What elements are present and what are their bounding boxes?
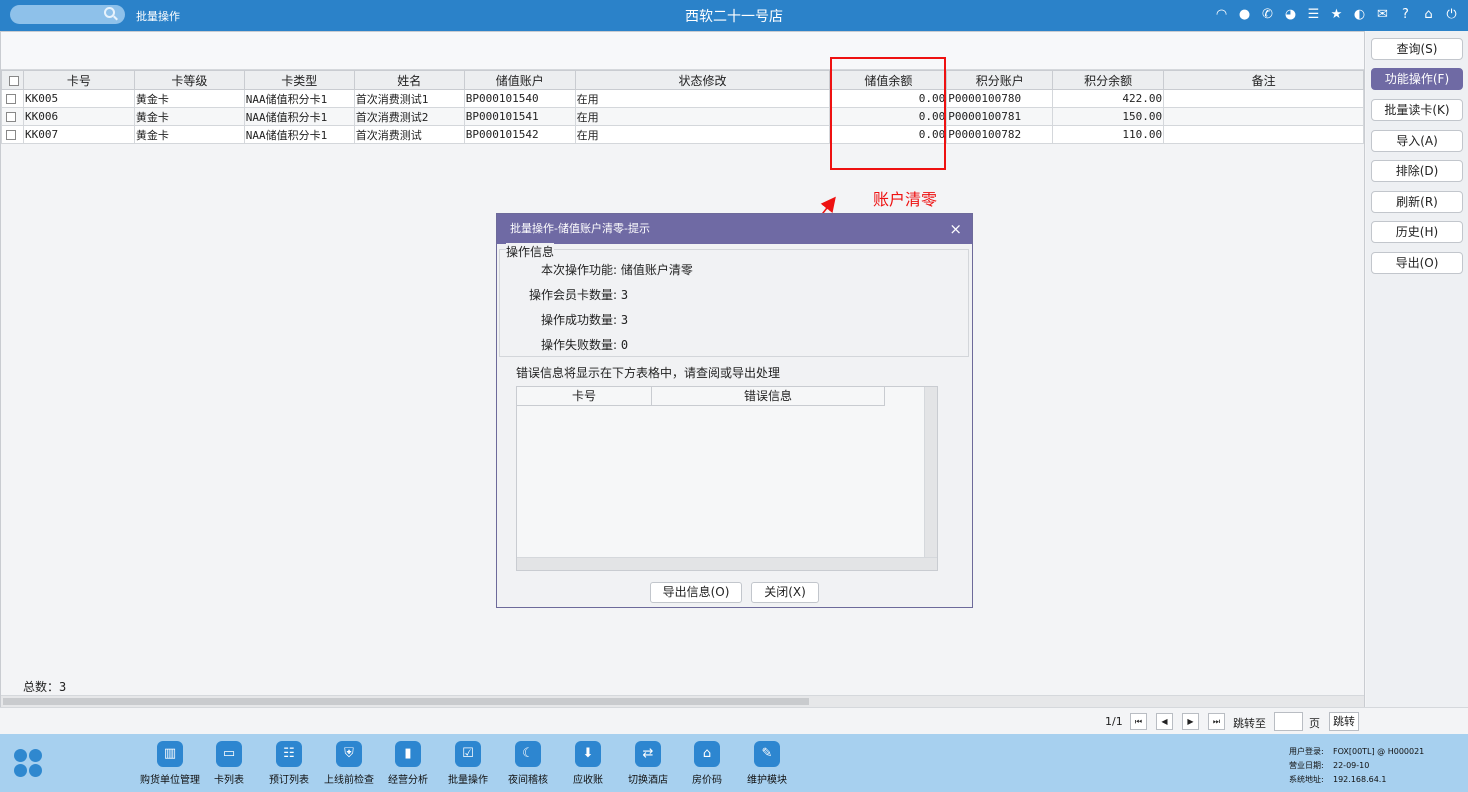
app-logo-icon[interactable] [14, 749, 44, 779]
dock-item-maintenance[interactable]: ✎ 维护模块 [732, 741, 802, 786]
card-icon: ▭ [216, 741, 242, 767]
dock-label: 上线前检查 [324, 775, 374, 786]
bar-chart-icon: ▮ [395, 741, 421, 767]
dock-label: 购货单位管理 [140, 775, 200, 786]
export-info-button[interactable]: 导出信息(O) [650, 582, 742, 603]
page-indicator: 1/1 [1105, 715, 1123, 728]
result-dialog: 批量操作-储值账户清零-提示 × 操作信息 本次操作功能: 储值账户清零 操作会… [496, 213, 973, 608]
checklist-icon: ☑ [455, 741, 481, 767]
dock-label: 应收账 [573, 775, 603, 786]
info-label: 操作成功数量: [540, 313, 617, 327]
building-icon: ▥ [157, 741, 183, 767]
prev-page-button[interactable]: ◀ [1156, 713, 1173, 730]
pager: 1/1 ⏮ ◀ ▶ ⏭ 跳转至 页 跳转 [0, 707, 1468, 734]
error-table: 卡号 错误信息 [516, 386, 938, 571]
info-value: 储值账户清零 [620, 263, 693, 277]
download-icon: ⬇ [575, 741, 601, 767]
dialog-header: 批量操作-储值账户清零-提示 × [497, 214, 972, 244]
jump-button[interactable]: 跳转 [1329, 712, 1359, 731]
info-row: 本次操作功能: 储值账户清零 [522, 261, 732, 278]
close-icon[interactable]: × [949, 214, 962, 244]
home-icon: ⌂ [694, 741, 720, 767]
page-number-input[interactable] [1274, 712, 1303, 731]
info-value: 3 [620, 313, 629, 327]
next-page-button[interactable]: ▶ [1182, 713, 1199, 730]
group-label: 操作信息 [506, 243, 555, 260]
close-button[interactable]: 关闭(X) [751, 582, 819, 603]
info-label: 本次操作功能: [540, 263, 617, 277]
dock-label: 切换酒店 [628, 775, 668, 786]
info-row: 操作失败数量: 0 [522, 336, 732, 353]
session-info: 用户登录: FOX[00TL] @ H000021 营业日期: 22-09-10 系… [1289, 745, 1424, 787]
first-page-button[interactable]: ⏮ [1130, 713, 1147, 730]
bottom-dock: ▥ 购货单位管理 ▭ 卡列表 ☷ 预订列表 ⛨ 上线前检查 ▮ 经营分析 ☑ 批量操作 ☾ 夜… [0, 734, 1468, 792]
info-line: 用户登录: FOX[00TL] @ H000021 [1289, 747, 1425, 756]
dock-label: 批量操作 [448, 775, 488, 786]
dock-label: 卡列表 [214, 775, 244, 786]
list-icon: ☷ [276, 741, 302, 767]
info-label: 操作失败数量: [540, 338, 617, 352]
info-value: 3 [620, 288, 629, 302]
dialog-title: 批量操作-储值账户清零-提示 [510, 222, 650, 235]
info-line: 营业日期: 22-09-10 [1289, 761, 1370, 770]
error-column-header[interactable]: 卡号 [517, 387, 652, 406]
dock-label: 预订列表 [269, 775, 309, 786]
info-value: 0 [620, 338, 629, 352]
info-row: 操作成功数量: 3 [522, 311, 732, 328]
info-label: 操作会员卡数量: [528, 288, 617, 302]
info-row: 操作会员卡数量: 3 [522, 286, 732, 303]
vertical-scrollbar[interactable] [924, 387, 937, 557]
wrench-icon: ✎ [754, 741, 780, 767]
jump-label: 跳转至 [1233, 717, 1266, 730]
shield-icon: ⛨ [336, 741, 362, 767]
dock-label: 维护模块 [747, 775, 787, 786]
switch-icon: ⇄ [635, 741, 661, 767]
dock-label: 房价码 [692, 775, 722, 786]
page-unit-label: 页 [1309, 717, 1320, 730]
error-note: 错误信息将显示在下方表格中，请查阅或导出处理 [516, 366, 781, 380]
dock-label: 经营分析 [388, 775, 428, 786]
operation-info-group: 操作信息 本次操作功能: 储值账户清零 操作会员卡数量: 3 操作成功数量: 3… [499, 243, 969, 357]
info-line: 系统地址: 192.168.64.1 [1289, 775, 1387, 784]
error-column-header[interactable]: 错误信息 [652, 387, 885, 406]
moon-icon: ☾ [515, 741, 541, 767]
horizontal-scrollbar[interactable] [517, 557, 937, 570]
dock-label: 夜间稽核 [508, 775, 548, 786]
last-page-button[interactable]: ⏭ [1208, 713, 1225, 730]
